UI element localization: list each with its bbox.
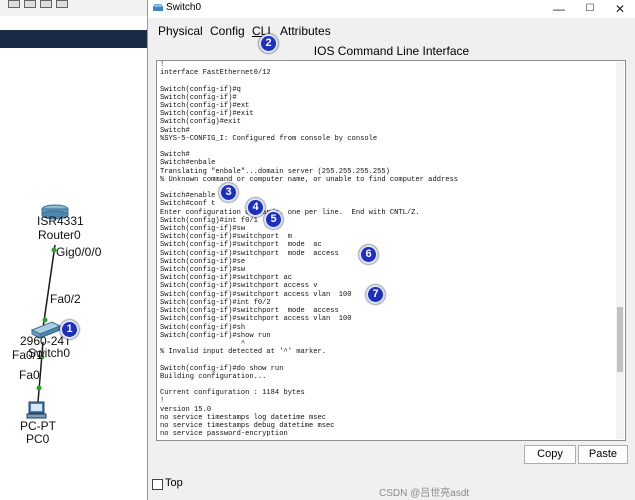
window-title: Switch0 — [166, 2, 202, 13]
tab-config[interactable]: Config — [210, 24, 245, 38]
console-line: Switch(config-if)#switchport access vlan… — [160, 315, 352, 324]
console-line: Switch(config-if)#switchport m — [160, 233, 292, 242]
console-line: interface FastEthernet0/12 — [160, 69, 271, 78]
pc-model-label: PC-PT — [20, 419, 56, 433]
console-line: % Unknown command or computer name, or u… — [160, 175, 458, 184]
console-line: ! — [160, 397, 165, 406]
link-status-dot — [42, 317, 48, 323]
console-line: Switch(config-if)#int f0/2 — [160, 298, 271, 307]
console-line: no service password-encryption — [160, 430, 288, 439]
copy-button[interactable]: Copy — [524, 445, 576, 464]
console-line: Switch(config-if)#switchport access vlan… — [160, 290, 352, 299]
console-line: Switch(config-if)#se — [160, 257, 246, 266]
minimize-button[interactable]: — — [544, 0, 574, 18]
cli-heading: IOS Command Line Interface — [313, 44, 470, 58]
console-line: Switch(config-if)#sw — [160, 266, 246, 275]
console-line: Switch(config-if)#switchport mode access — [160, 249, 339, 258]
tab-physical[interactable]: Physical — [158, 24, 203, 38]
link-status-dot — [36, 385, 42, 391]
router-model-label: ISR4331 — [37, 214, 84, 228]
console-line: no service timestamps debug datetime mse… — [160, 421, 335, 430]
console-line: Translating "enbale"...domain server (25… — [160, 167, 390, 176]
console-line: Current configuration : 1184 bytes — [160, 389, 305, 398]
pc-port-label: Fa0 — [19, 368, 40, 382]
cli-console[interactable]: ! interface FastEthernet0/12 Switch(conf… — [156, 60, 626, 441]
paste-button[interactable]: Paste — [578, 445, 628, 464]
annotation-badge-1: 1 — [60, 320, 79, 339]
window-titlebar[interactable]: Switch0 — ☐ ✕ — [148, 0, 635, 18]
console-line: Switch#conf t — [160, 200, 216, 209]
console-line: Switch(config-if)#q — [160, 85, 241, 94]
console-line: Switch(config-if)#switchport mode access — [160, 307, 339, 316]
console-line: Switch(config-if)#switchport ac — [160, 274, 292, 283]
switch-app-icon — [153, 4, 163, 11]
console-output[interactable]: ! interface FastEthernet0/12 Switch(conf… — [160, 61, 458, 438]
top-checkbox[interactable] — [152, 479, 163, 490]
annotation-badge-3: 3 — [219, 183, 238, 202]
console-line: no service timestamps log datetime msec — [160, 413, 327, 422]
device-window: Switch0 — ☐ ✕ Physical Config CLI Attrib… — [147, 0, 635, 500]
console-line: Switch(config-if)#ext — [160, 102, 250, 111]
console-line: Switch#enable — [160, 192, 216, 201]
console-line: Switch(config-if)#sw — [160, 225, 246, 234]
console-line: Switch(config)#int f0/1 — [160, 216, 258, 225]
tab-bar: Physical Config CLI Attributes — [148, 22, 635, 40]
tab-attributes[interactable]: Attributes — [280, 24, 331, 38]
console-line: ! — [160, 61, 165, 69]
router-name-label: Router0 — [38, 228, 81, 242]
pc-icon — [26, 401, 47, 419]
console-line: Switch(config-if)#sh — [160, 323, 246, 332]
console-line: Switch(config-if)#switchport access v — [160, 282, 318, 291]
annotation-badge-2: 2 — [259, 34, 278, 53]
annotation-badge-6: 6 — [359, 245, 378, 264]
annotation-badge-4: 4 — [246, 198, 265, 217]
switch-port-fa01-label: Fa0/1 — [12, 348, 43, 362]
console-line: Enter configuration commands, one per li… — [160, 208, 420, 217]
maximize-button[interactable]: ☐ — [575, 0, 605, 18]
console-line: %SYS-5-CONFIG_I: Configured from console… — [160, 134, 378, 143]
console-line: Switch# — [160, 126, 190, 135]
console-line: Switch(config-if)#switchport mode ac — [160, 241, 322, 250]
annotation-badge-7: 7 — [366, 285, 385, 304]
top-checkbox-label: Top — [165, 477, 183, 489]
console-line: ^ — [160, 339, 246, 348]
console-line: % Invalid input detected at '^' marker. — [160, 348, 327, 357]
console-line: Switch(config)#exit — [160, 118, 241, 127]
console-line: Switch(config-if)#do show run — [160, 364, 284, 373]
console-line: Building configuration... — [160, 372, 267, 381]
switch-port-fa02-label: Fa0/2 — [50, 292, 81, 306]
router-port-label: Gig0/0/0 — [56, 245, 102, 259]
pc-name-label: PC0 — [26, 432, 50, 446]
annotation-badge-5: 5 — [264, 210, 283, 229]
console-line: Switch(config-if)#show run — [160, 331, 271, 340]
scroll-thumb[interactable] — [617, 307, 623, 372]
console-line: Switch(config-if)# — [160, 93, 237, 102]
console-line: Switch#enbale — [160, 159, 216, 168]
close-button[interactable]: ✕ — [605, 0, 635, 18]
console-line: Switch(config-if)#exit — [160, 110, 254, 119]
console-line: Switch# — [160, 151, 190, 160]
console-line: version 15.0 — [160, 405, 212, 414]
console-scrollbar[interactable] — [616, 62, 624, 439]
watermark: CSDN @吕世亮asdt — [379, 488, 470, 499]
router-switch-link — [42, 244, 56, 329]
